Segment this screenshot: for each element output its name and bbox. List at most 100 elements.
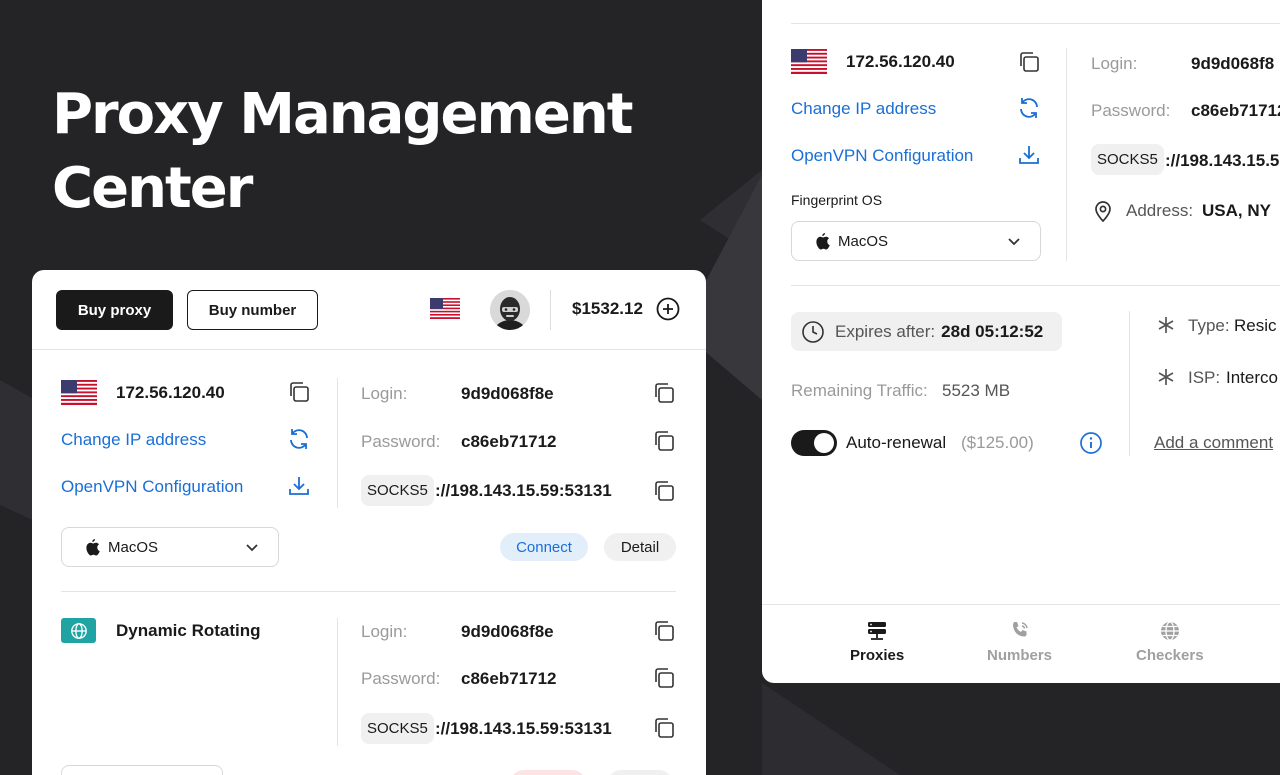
expires-box: Expires after: 28d 05:12:52 [791,312,1062,351]
balance-amount: $1532.12 [572,299,643,318]
plus-circle-icon[interactable] [656,297,680,321]
buy-number-button[interactable]: Buy number [187,290,318,330]
copy-icon[interactable] [287,380,311,404]
asterisk-icon [1156,315,1176,335]
chevron-down-icon [244,539,260,555]
status-button[interactable] [510,770,586,775]
protocol-badge: SOCKS5 [361,475,434,506]
login-label: Login: [361,622,408,641]
password-label: Password: [361,432,441,451]
refresh-icon[interactable] [1017,96,1041,120]
expires-label: Expires after: [835,321,936,341]
panel-header: Buy proxy Buy number $1532.12 [32,270,706,350]
type-value: Resic [1234,316,1277,335]
column-divider [1129,311,1130,456]
login-value: 9d9d068f8e [461,384,554,403]
password-value: c86eb71712 [461,432,557,451]
type-label: Type: [1188,316,1230,335]
os-select-value: MacOS [108,538,159,556]
copy-icon[interactable] [652,429,676,453]
proxy-list-panel: Buy proxy Buy number $1532.12 172.56.120… [32,270,706,775]
connect-button[interactable]: Connect [500,533,588,561]
section-divider [791,285,1280,286]
column-divider [337,618,338,746]
clock-icon [801,320,825,344]
row-divider [61,591,676,592]
refresh-icon[interactable] [287,427,311,451]
proxy-address: ://198.143.15.5 [1165,151,1280,170]
info-icon[interactable] [1079,431,1103,455]
auto-renewal-label: Auto-renewal [846,433,947,452]
fingerprint-os-label: Fingerprint OS [791,192,883,208]
phone-icon [1008,619,1032,643]
location-label: Address: [1126,201,1194,220]
os-select[interactable]: MacOS [61,527,279,567]
traffic-value: 5523 MB [942,381,1011,400]
copy-icon[interactable] [1017,50,1041,74]
location-value: USA, NY [1202,201,1271,220]
os-select[interactable]: MacOS [791,221,1041,261]
proxy-ip: 172.56.120.40 [846,52,955,71]
add-comment-link[interactable]: Add a comment [1154,433,1273,453]
globe-icon [61,618,96,643]
login-label: Login: [1091,54,1138,73]
nav-proxies[interactable]: Proxies [850,619,904,664]
globe-icon [1158,619,1182,643]
auto-renewal-toggle[interactable] [791,430,837,456]
server-icon [865,619,889,643]
download-icon[interactable] [287,474,311,498]
os-select[interactable] [61,765,223,775]
copy-icon[interactable] [652,666,676,690]
copy-icon[interactable] [652,619,676,643]
login-value: 9d9d068f8 [1191,54,1275,73]
proxy-detail-panel: 172.56.120.40 Change IP address OpenVPN … [762,0,1280,683]
us-flag-icon [791,49,827,74]
copy-icon[interactable] [652,479,676,503]
top-divider [791,23,1280,24]
proxy-address: ://198.143.15.59:53131 [435,719,612,738]
column-divider [1066,48,1067,261]
login-label: Login: [361,384,408,403]
isp-label: ISP: [1188,368,1221,387]
copy-icon[interactable] [652,381,676,405]
avatar[interactable] [490,290,530,330]
password-value: c86eb71712 [461,669,557,688]
password-value: c86eb71712 [1191,101,1280,120]
download-icon[interactable] [1017,143,1041,167]
protocol-badge: SOCKS5 [1091,144,1164,175]
expires-value: 28d 05:12:52 [941,321,1044,341]
column-divider [337,378,338,508]
proxy-name: Dynamic Rotating [116,621,261,640]
os-select-value: MacOS [838,232,889,250]
proxy-address: ://198.143.15.59:53131 [435,481,612,500]
location-pin-icon [1091,199,1115,223]
detail-button[interactable] [607,770,673,775]
us-flag-icon[interactable] [430,298,460,319]
hero-title: Proxy Management Center [52,82,633,221]
change-ip-link[interactable]: Change IP address [791,99,936,119]
nav-proxies-label: Proxies [850,647,905,664]
buy-proxy-button[interactable]: Buy proxy [56,290,173,330]
proxy-ip: 172.56.120.40 [116,383,225,402]
login-value: 9d9d068f8e [461,622,554,641]
copy-icon[interactable] [652,716,676,740]
isp-value: Interco [1226,368,1278,387]
openvpn-config-link[interactable]: OpenVPN Configuration [61,477,243,497]
protocol-badge: SOCKS5 [361,713,434,744]
change-ip-link[interactable]: Change IP address [61,430,206,450]
openvpn-config-link[interactable]: OpenVPN Configuration [791,146,973,166]
nav-checkers-label: Checkers [1136,647,1204,664]
detail-button[interactable]: Detail [604,533,676,561]
apple-icon [84,538,100,556]
asterisk-icon [1156,367,1176,387]
auto-renewal-price: ($125.00) [961,433,1034,452]
traffic-label: Remaining Traffic: [791,381,928,400]
password-label: Password: [1091,101,1171,120]
bottom-navigation: Proxies Numbers Checkers [762,604,1280,683]
apple-icon [814,232,830,250]
password-label: Password: [361,669,441,688]
chevron-down-icon [1006,233,1022,249]
nav-numbers[interactable]: Numbers [987,619,1052,664]
header-divider [550,290,551,330]
nav-checkers[interactable]: Checkers [1136,619,1204,664]
